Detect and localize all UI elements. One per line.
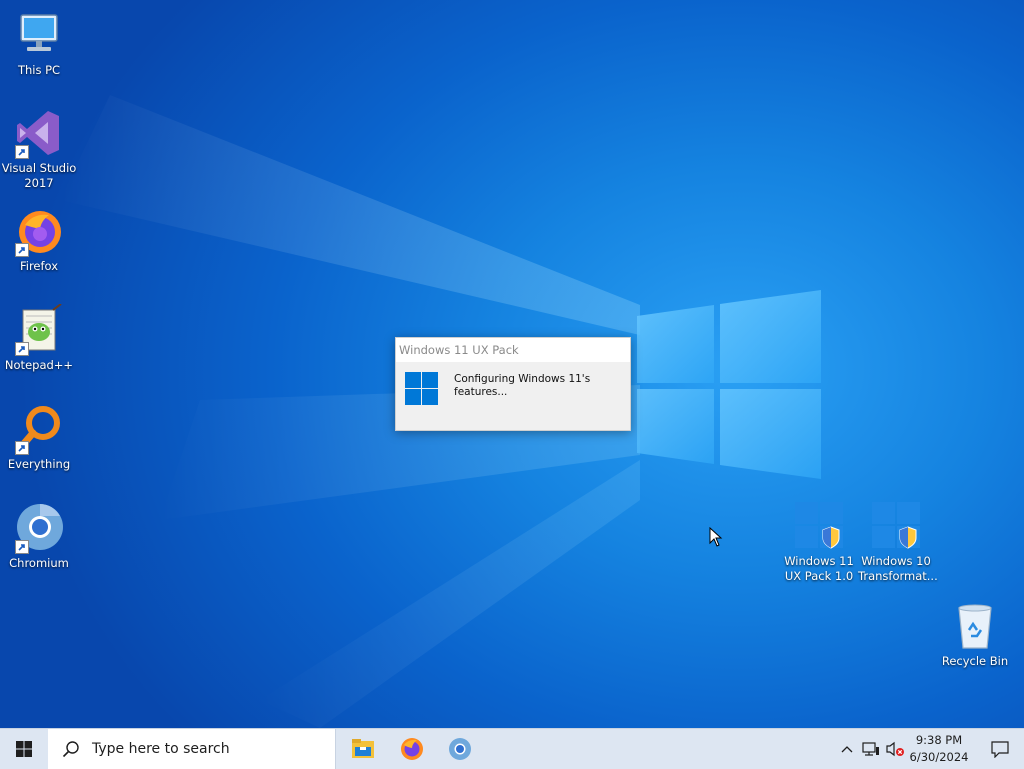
desktop-icon-label: Recycle Bin bbox=[941, 654, 1009, 668]
taskbar-chromium[interactable] bbox=[436, 729, 484, 769]
desktop-icon-notepad-plus-plus[interactable]: Notepad++ bbox=[1, 304, 77, 373]
desktop-icon-chromium[interactable]: Chromium bbox=[1, 502, 77, 571]
windows-installer-icon bbox=[870, 500, 922, 552]
everything-search-icon bbox=[13, 403, 65, 455]
desktop-icon-this-pc[interactable]: This PC bbox=[1, 9, 77, 78]
desktop-icon-windows-10-transformation[interactable]: Windows 10 Transformat... bbox=[858, 500, 938, 584]
taskbar-search-box[interactable]: Type here to search bbox=[48, 729, 336, 769]
start-button[interactable] bbox=[0, 729, 48, 769]
dialog-title[interactable]: Windows 11 UX Pack bbox=[396, 338, 630, 362]
chromium-icon bbox=[449, 738, 471, 760]
volume-muted-icon bbox=[886, 741, 904, 757]
mouse-cursor-icon bbox=[709, 527, 723, 547]
taskbar-file-explorer[interactable] bbox=[339, 729, 387, 769]
ux-pack-progress-dialog: Windows 11 UX Pack Configuring Windows 1… bbox=[395, 337, 631, 431]
desktop-icon-label: Notepad++ bbox=[4, 358, 74, 372]
desktop-icon-label: This PC bbox=[17, 63, 61, 77]
shortcut-arrow-icon bbox=[15, 441, 29, 455]
shortcut-arrow-icon bbox=[15, 540, 29, 554]
search-icon bbox=[62, 741, 79, 758]
chromium-icon bbox=[13, 502, 65, 554]
computer-icon bbox=[13, 9, 65, 61]
network-tray-button[interactable] bbox=[860, 729, 882, 769]
shortcut-arrow-icon bbox=[15, 342, 29, 356]
shortcut-arrow-icon bbox=[15, 145, 29, 159]
desktop-icon-label: Visual Studio 2017 bbox=[1, 161, 77, 190]
chevron-up-icon bbox=[841, 746, 853, 753]
wallpaper-windows-logo bbox=[637, 290, 821, 479]
desktop-icon-label: Windows 11 UX Pack 1.0 bbox=[784, 554, 854, 583]
recycle-bin-icon bbox=[949, 600, 1001, 652]
firefox-icon bbox=[401, 738, 423, 760]
clock-time: 9:38 PM bbox=[915, 733, 963, 747]
action-center-button[interactable] bbox=[980, 729, 1020, 769]
notepad-plus-plus-icon bbox=[13, 304, 65, 356]
network-icon bbox=[862, 742, 879, 756]
desktop-icon-everything[interactable]: Everything bbox=[1, 403, 77, 472]
desktop-icon-label: Everything bbox=[7, 457, 71, 471]
notification-icon bbox=[991, 740, 1009, 758]
volume-tray-button[interactable] bbox=[884, 729, 906, 769]
windows-start-icon bbox=[16, 741, 32, 757]
dialog-message: Configuring Windows 11's features... bbox=[454, 373, 591, 398]
dialog-body: Configuring Windows 11's features... bbox=[396, 362, 630, 430]
firefox-icon bbox=[13, 205, 65, 257]
desktop-icon-visual-studio-2017[interactable]: Visual Studio 2017 bbox=[1, 107, 77, 191]
clock-date: 6/30/2024 bbox=[909, 750, 969, 764]
desktop-icon-label: Firefox bbox=[19, 259, 59, 273]
desktop-icon-label: Windows 10 Transformat... bbox=[858, 554, 938, 583]
shortcut-arrow-icon bbox=[15, 243, 29, 257]
desktop-icon-recycle-bin[interactable]: Recycle Bin bbox=[937, 600, 1013, 669]
desktop-icon-windows-11-ux-pack[interactable]: Windows 11 UX Pack 1.0 bbox=[781, 500, 857, 584]
desktop-icon-firefox[interactable]: Firefox bbox=[1, 205, 77, 274]
windows-logo-icon bbox=[405, 372, 438, 405]
show-hidden-icons-button[interactable] bbox=[838, 729, 856, 769]
taskbar-clock[interactable]: 9:38 PM 6/30/2024 bbox=[905, 732, 973, 766]
taskbar: Type here to search 9:38 PM 6/30/2024 bbox=[0, 728, 1024, 769]
file-explorer-icon bbox=[352, 739, 374, 758]
search-placeholder: Type here to search bbox=[92, 741, 230, 757]
visual-studio-icon bbox=[13, 107, 65, 159]
windows-installer-icon bbox=[793, 500, 845, 552]
desktop-icon-label: Chromium bbox=[9, 556, 69, 570]
taskbar-firefox[interactable] bbox=[388, 729, 436, 769]
